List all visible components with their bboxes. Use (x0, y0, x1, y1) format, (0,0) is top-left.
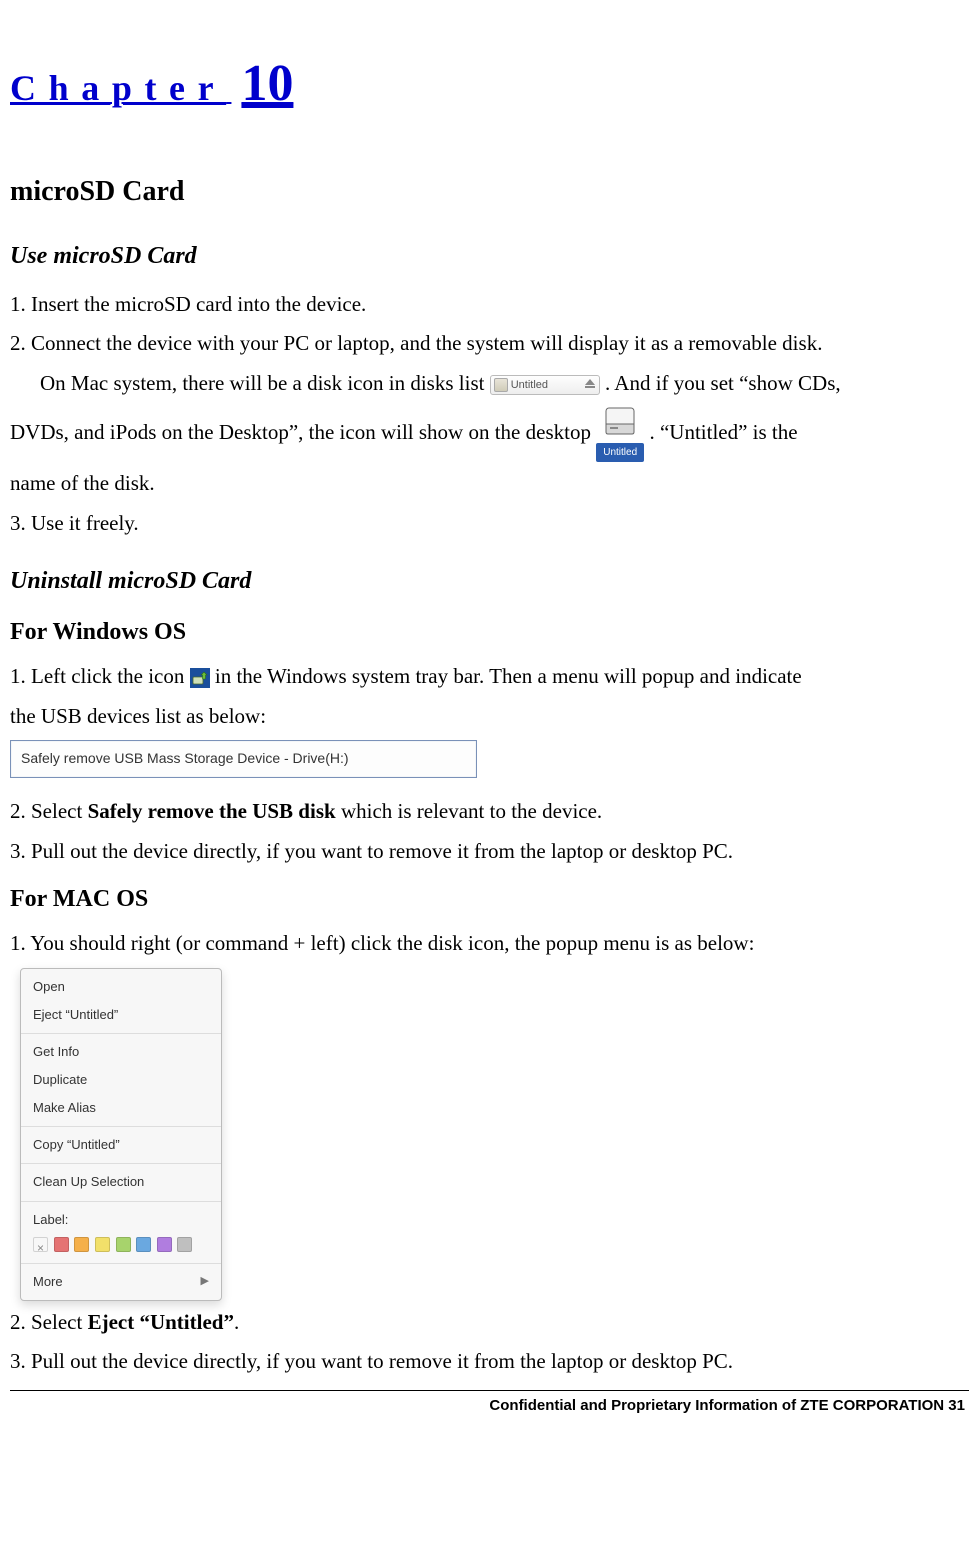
submenu-arrow-icon: ▶ (201, 1272, 209, 1291)
disk-list-icon: Untitled (490, 375, 600, 395)
use-step-2d: name of the disk. (10, 466, 969, 502)
windows-heading: For Windows OS (10, 612, 969, 653)
chapter-number: 10 (241, 55, 293, 112)
use-step-2a: 2. Connect the device with your PC or la… (10, 326, 969, 362)
menu-item-more[interactable]: More ▶ (21, 1268, 221, 1296)
use-step-2c-suffix: . “Untitled” is the (649, 420, 797, 444)
menu-item-label: Label: (21, 1206, 221, 1231)
use-step-2b-prefix: On Mac system, there will be a disk icon… (40, 371, 484, 395)
menu-item-open[interactable]: Open (21, 973, 221, 1001)
menu-sep (21, 1201, 221, 1202)
win-step-1-prefix: 1. Left click the icon (10, 664, 190, 688)
use-step-2b: On Mac system, there will be a disk icon… (10, 366, 969, 402)
chapter-heading: Chapter 10 (10, 40, 969, 128)
safely-remove-tray-icon (190, 668, 210, 688)
menu-sep (21, 1033, 221, 1034)
win-step-2-prefix: 2. Select (10, 799, 88, 823)
label-swatch-blue[interactable] (136, 1237, 151, 1252)
label-swatch-yellow[interactable] (95, 1237, 110, 1252)
win-step-1: 1. Left click the icon in the Windows sy… (10, 659, 969, 695)
eject-icon (585, 379, 595, 385)
section-title: microSD Card (10, 168, 969, 216)
disk-list-hd-icon (494, 378, 508, 392)
mac-step-2: 2. Select Eject “Untitled”. (10, 1305, 969, 1341)
label-swatch-gray[interactable] (177, 1237, 192, 1252)
label-swatch-orange[interactable] (74, 1237, 89, 1252)
menu-item-copy[interactable]: Copy “Untitled” (21, 1131, 221, 1159)
use-step-2c: DVDs, and iPods on the Desktop”, the ico… (10, 406, 969, 462)
menu-item-duplicate[interactable]: Duplicate (21, 1066, 221, 1094)
mac-step-2-prefix: 2. Select (10, 1310, 88, 1334)
mac-heading: For MAC OS (10, 879, 969, 920)
label-swatch-none[interactable]: × (33, 1237, 48, 1252)
disk-list-label: Untitled (511, 379, 548, 391)
safely-remove-menu[interactable]: Safely remove USB Mass Storage Device - … (10, 740, 477, 778)
use-step-3: 3. Use it freely. (10, 506, 969, 542)
win-step-2: 2. Select Safely remove the USB disk whi… (10, 794, 969, 830)
mac-step-1: 1. You should right (or command + left) … (10, 926, 969, 962)
desktop-disk-icon: Untitled (596, 406, 644, 462)
win-step-1-suffix: in the Windows system tray bar. Then a m… (215, 664, 802, 688)
mac-context-menu[interactable]: Open Eject “Untitled” Get Info Duplicate… (20, 968, 222, 1301)
use-step-2b-suffix: . And if you set “show CDs, (605, 371, 841, 395)
menu-sep (21, 1263, 221, 1264)
menu-sep (21, 1126, 221, 1127)
label-swatch-purple[interactable] (157, 1237, 172, 1252)
menu-item-getinfo[interactable]: Get Info (21, 1038, 221, 1066)
win-step-2-bold: Safely remove the USB disk (88, 799, 336, 823)
subsection-use: Use microSD Card (10, 236, 969, 277)
desktop-disk-label: Untitled (596, 443, 644, 462)
menu-item-makealias[interactable]: Make Alias (21, 1094, 221, 1122)
footer-separator (10, 1390, 969, 1391)
win-step-2-suffix: which is relevant to the device. (336, 799, 603, 823)
menu-item-eject[interactable]: Eject “Untitled” (21, 1001, 221, 1029)
win-step-3: 3. Pull out the device directly, if you … (10, 834, 969, 870)
menu-label-swatches[interactable]: × (21, 1231, 221, 1259)
mac-step-3: 3. Pull out the device directly, if you … (10, 1344, 969, 1380)
chapter-word: Chapter (10, 68, 226, 108)
menu-item-cleanup[interactable]: Clean Up Selection (21, 1168, 221, 1196)
subsection-uninstall: Uninstall microSD Card (10, 561, 969, 602)
safely-remove-menu-item[interactable]: Safely remove USB Mass Storage Device - … (21, 750, 349, 766)
menu-sep (21, 1163, 221, 1164)
label-swatch-green[interactable] (116, 1237, 131, 1252)
win-step-1-line2: the USB devices list as below: (10, 699, 969, 735)
menu-item-more-label: More (33, 1271, 63, 1293)
use-step-1: 1. Insert the microSD card into the devi… (10, 287, 969, 323)
mac-step-2-bold: Eject “Untitled” (88, 1310, 234, 1334)
use-step-2c-prefix: DVDs, and iPods on the Desktop”, the ico… (10, 420, 591, 444)
mac-step-2-suffix: . (234, 1310, 239, 1334)
footer-text: Confidential and Proprietary Information… (10, 1393, 969, 1419)
label-swatch-red[interactable] (54, 1237, 69, 1252)
